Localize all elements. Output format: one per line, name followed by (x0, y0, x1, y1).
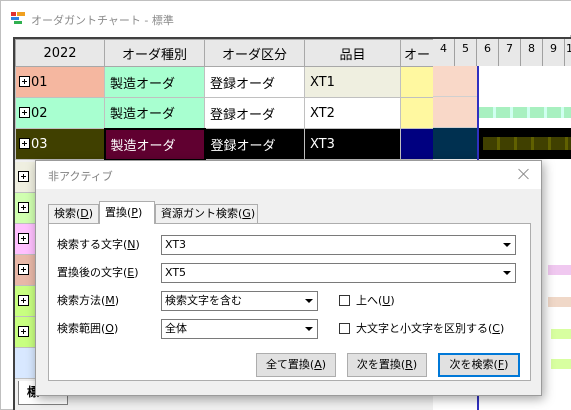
column-header-order-category[interactable]: オーダ区分 (204, 39, 305, 67)
find-next-button[interactable]: 次を検索(F) (438, 353, 520, 377)
search-up-checkbox[interactable] (339, 295, 350, 306)
dropdown-arrow-icon[interactable] (503, 243, 511, 247)
gantt-day-header: 7 (499, 39, 521, 66)
dropdown-arrow-icon[interactable] (305, 327, 313, 331)
order-category-cell[interactable]: 登録オーダ (204, 128, 305, 160)
find-replace-dialog: 非アクティブ 検索(D) 置換(P) 資源ガント検索(G) 検索する文字(N) … (35, 160, 542, 396)
order-extra-cell[interactable] (400, 97, 434, 129)
gantt-day-header: 8 (521, 39, 543, 66)
gantt-day-header: 6 (477, 39, 499, 66)
expand-plus-icon[interactable] (18, 326, 29, 337)
replace-text-value: XT5 (165, 266, 187, 279)
search-range-value: 全体 (165, 322, 187, 335)
item-cell[interactable]: XT3 (304, 128, 401, 160)
gantt-bar[interactable] (551, 359, 571, 369)
replace-next-button[interactable]: 次を置換(R) (347, 353, 427, 377)
search-method-select[interactable]: 検索文字を含む (161, 291, 318, 311)
gantt-bar[interactable] (548, 297, 571, 307)
search-text-combobox[interactable]: XT3 (161, 235, 516, 255)
dropdown-arrow-icon[interactable] (305, 299, 313, 303)
row-id: 02 (31, 105, 48, 121)
replace-tab-panel: 検索する文字(N) XT3 置換後の文字(E) XT5 検索方法(M) 検索文字… (48, 223, 531, 381)
table-row-selected[interactable]: 03 製造オーダ 登録オーダ XT3 (15, 127, 434, 161)
order-table: 2022 オーダ種別 オーダ区分 品目 オー 01 製造オーダ 登録オーダ XT… (15, 39, 434, 161)
replace-all-button[interactable]: 全て置換(A) (256, 353, 336, 377)
order-category-cell[interactable]: 登録オーダ (204, 97, 305, 129)
close-icon[interactable] (517, 167, 531, 181)
gantt-day-header: 9 (543, 39, 565, 66)
column-header-order-truncated[interactable]: オー (400, 39, 434, 67)
order-type-cell[interactable]: 製造オーダ (104, 97, 205, 129)
search-text-value: XT3 (165, 238, 187, 251)
column-header-item[interactable]: 品目 (304, 39, 401, 67)
row-id-cell[interactable]: 01 (15, 66, 105, 98)
expand-plus-icon[interactable] (18, 264, 29, 275)
title-bar: オーダガントチャート - 標準 (1, 1, 571, 35)
hidden-rows-strip (15, 162, 35, 410)
column-header-year[interactable]: 2022 (15, 39, 105, 67)
order-category-cell[interactable]: 登録オーダ (204, 66, 305, 98)
row-id: 01 (31, 74, 48, 90)
app-gantt-icon (11, 12, 25, 24)
tab-search[interactable]: 検索(D) (48, 204, 99, 223)
item-cell[interactable]: XT2 (304, 97, 401, 129)
gantt-past-cell (433, 66, 477, 97)
search-range-label: 検索範囲(O) (57, 322, 119, 335)
gantt-bar[interactable] (551, 329, 571, 339)
search-text-label: 検索する文字(N) (57, 238, 140, 251)
row-id-cell[interactable]: 03 (15, 128, 105, 160)
replace-text-label: 置換後の文字(E) (57, 266, 139, 279)
dropdown-arrow-icon[interactable] (503, 271, 511, 275)
expand-plus-icon[interactable] (19, 106, 30, 118)
column-header-order-type[interactable]: オーダ種別 (104, 39, 205, 67)
order-extra-cell[interactable] (400, 66, 434, 98)
dialog-title-bar: 非アクティブ (36, 161, 541, 189)
row-id: 03 (31, 136, 48, 152)
match-case-checkbox[interactable] (339, 323, 350, 334)
search-method-value: 検索文字を含む (165, 294, 242, 307)
tab-resource-gantt-search[interactable]: 資源ガント検索(G) (155, 204, 258, 223)
order-extra-cell[interactable] (400, 128, 434, 160)
table-header-row: 2022 オーダ種別 オーダ区分 品目 オー (15, 39, 434, 67)
gantt-past-cell-selected (433, 128, 477, 159)
gantt-day-header: 5 (455, 39, 477, 66)
replace-text-combobox[interactable]: XT5 (161, 263, 516, 283)
gantt-day-header: 1 (565, 39, 571, 66)
gantt-bar[interactable] (548, 265, 571, 275)
search-method-label: 検索方法(M) (57, 294, 120, 307)
expand-plus-icon[interactable] (19, 75, 30, 87)
row-id-cell[interactable]: 02 (15, 97, 105, 129)
table-row[interactable]: 01 製造オーダ 登録オーダ XT1 (15, 66, 434, 98)
expand-plus-icon[interactable] (18, 171, 29, 182)
item-cell[interactable]: XT1 (304, 66, 401, 98)
gantt-past-cell (433, 97, 477, 128)
match-case-label[interactable]: 大文字と小文字を区別する(C) (356, 320, 504, 336)
expand-plus-icon[interactable] (19, 137, 30, 149)
order-type-cell[interactable]: 製造オーダ (104, 66, 205, 98)
gantt-bar[interactable] (483, 137, 571, 150)
tab-replace[interactable]: 置換(P) (99, 201, 155, 224)
gantt-bar[interactable] (479, 107, 571, 118)
dialog-title: 非アクティブ (48, 170, 113, 183)
expand-plus-icon[interactable] (18, 202, 29, 213)
gantt-day-header: 4 (433, 39, 455, 66)
table-row[interactable]: 02 製造オーダ 登録オーダ XT2 (15, 97, 434, 129)
search-up-label[interactable]: 上へ(U) (356, 292, 395, 308)
expand-plus-icon[interactable] (18, 295, 29, 306)
search-range-select[interactable]: 全体 (161, 319, 318, 339)
order-type-cell[interactable]: 製造オーダ (103, 127, 206, 161)
window-title: オーダガントチャート - 標準 (31, 14, 174, 27)
expand-plus-icon[interactable] (18, 233, 29, 244)
